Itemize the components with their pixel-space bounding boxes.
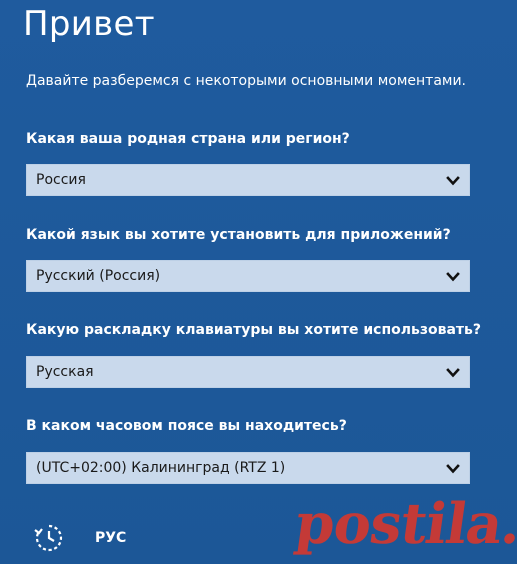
country-select-value: Россия — [36, 172, 86, 188]
keyboard-layout-select[interactable]: Русская — [26, 356, 470, 388]
chevron-down-icon — [446, 368, 460, 378]
page-title: Привет — [23, 4, 155, 44]
keyboard-question-label: Какую раскладку клавиатуры вы хотите исп… — [26, 322, 481, 338]
ease-of-access-icon[interactable] — [33, 522, 65, 554]
keyboard-layout-select-value: Русская — [36, 364, 94, 380]
chevron-down-icon — [446, 464, 460, 474]
timezone-select[interactable]: (UTC+02:00) Калининград (RTZ 1) — [26, 452, 470, 484]
country-question-label: Какая ваша родная страна или регион? — [26, 131, 350, 147]
input-language-indicator[interactable]: РУС — [95, 530, 126, 546]
watermark: postila.ru — [291, 491, 517, 557]
chevron-down-icon — [446, 176, 460, 186]
chevron-down-icon — [446, 272, 460, 282]
country-select[interactable]: Россия — [26, 164, 470, 196]
page-subtitle: Давайте разберемся с некоторыми основным… — [26, 73, 467, 89]
timezone-question-label: В каком часовом поясе вы находитесь? — [26, 418, 347, 434]
app-language-select[interactable]: Русский (Россия) — [26, 260, 470, 292]
app-language-select-value: Русский (Россия) — [36, 268, 161, 284]
setup-screen: Привет Давайте разберемся с некоторыми о… — [0, 0, 517, 564]
language-question-label: Какой язык вы хотите установить для прил… — [26, 227, 451, 243]
timezone-select-value: (UTC+02:00) Калининград (RTZ 1) — [36, 460, 286, 476]
